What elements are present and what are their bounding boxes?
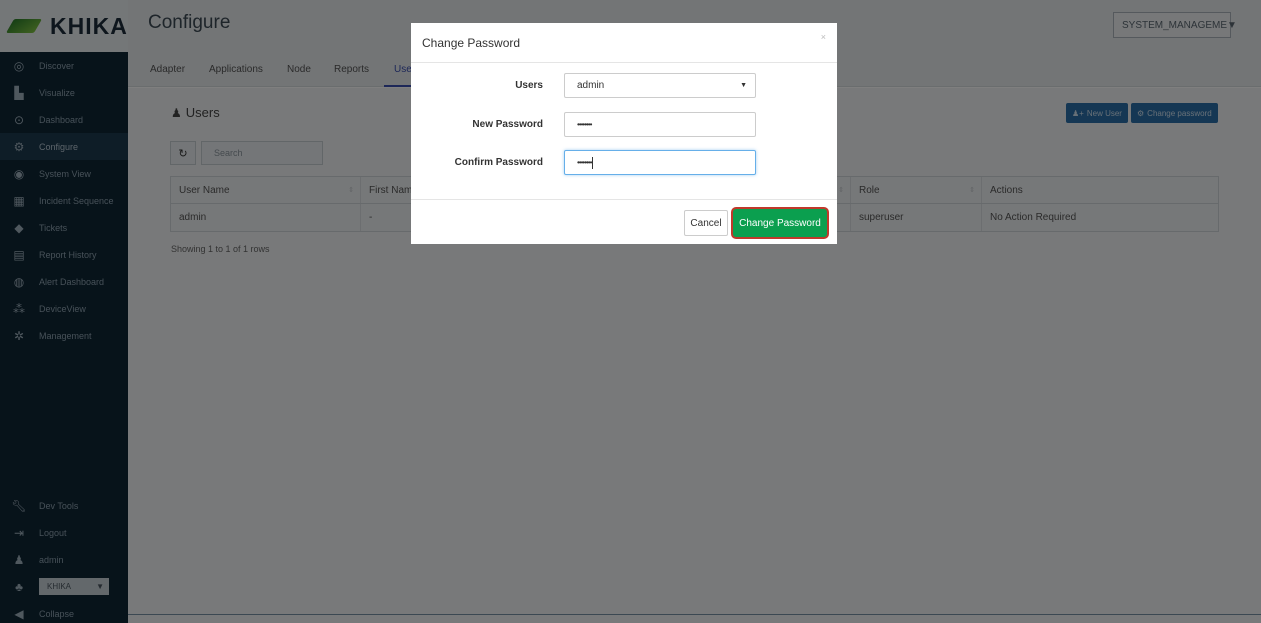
new-password-label: New Password xyxy=(472,119,543,130)
users-select-value: admin xyxy=(577,80,605,91)
confirm-password-value: •••••••• xyxy=(577,158,592,167)
confirm-password-field[interactable]: •••••••• xyxy=(564,150,756,175)
new-password-value: •••••••• xyxy=(577,120,592,129)
dialog-header: Change Password × xyxy=(411,23,837,63)
change-password-dialog: Change Password × Users admin ▼ New Pass… xyxy=(411,23,837,244)
users-row: Users admin ▼ xyxy=(411,73,837,99)
confirm-password-row: Confirm Password •••••••• xyxy=(411,150,837,176)
cancel-button[interactable]: Cancel xyxy=(684,210,728,236)
confirm-password-label: Confirm Password xyxy=(454,157,543,168)
text-cursor xyxy=(592,156,594,169)
new-password-field[interactable]: •••••••• xyxy=(564,112,756,137)
close-icon[interactable]: × xyxy=(821,32,826,42)
users-label: Users xyxy=(515,80,543,91)
change-password-submit-button[interactable]: Change Password xyxy=(733,209,827,237)
new-password-row: New Password •••••••• xyxy=(411,112,837,138)
dialog-footer: Cancel Change Password xyxy=(411,199,837,244)
dialog-title: Change Password xyxy=(422,36,521,50)
chevron-down-icon: ▼ xyxy=(740,82,747,89)
users-select[interactable]: admin ▼ xyxy=(564,73,756,98)
divider xyxy=(128,614,1261,615)
